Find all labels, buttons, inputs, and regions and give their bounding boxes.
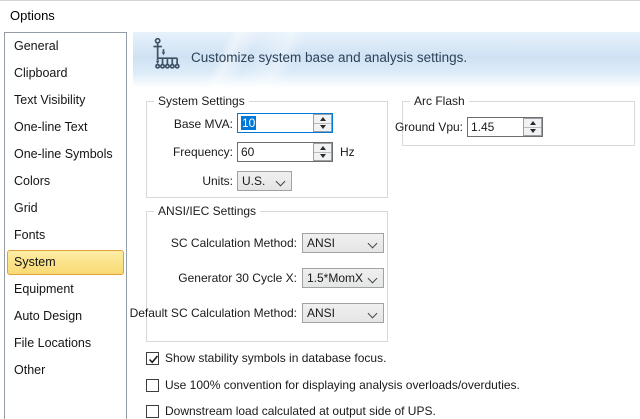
- frequency-label: Frequency:: [173, 145, 233, 159]
- sidebar-item-label: Text Visibility: [14, 93, 85, 107]
- one-line-diagram-icon: [146, 37, 182, 73]
- use-100-convention-label: Use 100% convention for displaying analy…: [165, 378, 520, 392]
- chevron-down-icon: [368, 309, 378, 319]
- base-mva-input[interactable]: 10: [237, 113, 333, 133]
- sc-calculation-method-label: SC Calculation Method:: [171, 236, 297, 250]
- base-mva-value: 10: [238, 114, 313, 132]
- default-sc-calculation-method-label: Default SC Calculation Method:: [130, 306, 297, 320]
- base-mva-spinner: [313, 114, 332, 132]
- ansi-iec-group-title: ANSI/IEC Settings: [154, 204, 260, 218]
- sidebar-item-file-locations[interactable]: File Locations: [5, 330, 126, 357]
- generator-30-cycle-x-value: 1.5*MomX: [307, 271, 363, 285]
- sc-calculation-method-dropdown[interactable]: ANSI: [302, 233, 384, 253]
- show-stability-symbols-label: Show stability symbols in database focus…: [165, 351, 386, 365]
- sidebar-item-label: One-line Symbols: [14, 147, 113, 161]
- use-100-convention-checkbox[interactable]: [146, 379, 159, 392]
- base-mva-label: Base MVA:: [174, 117, 233, 131]
- downstream-load-ups-checkbox[interactable]: [146, 405, 159, 418]
- frequency-input[interactable]: 60: [237, 142, 333, 162]
- dialog-title: Options: [10, 8, 55, 23]
- sc-calculation-method-value: ANSI: [307, 236, 335, 250]
- ground-vpu-value: 1.45: [468, 118, 523, 136]
- options-dialog: Options General Clipboard Text Visibilit…: [0, 0, 640, 419]
- sidebar-item-other[interactable]: Other: [5, 357, 126, 384]
- sidebar-item-one-line-symbols[interactable]: One-line Symbols: [5, 141, 126, 168]
- sidebar-item-grid[interactable]: Grid: [5, 195, 126, 222]
- sidebar-item-equipment[interactable]: Equipment: [5, 276, 126, 303]
- spinner-up-icon: [530, 121, 536, 125]
- sidebar-item-clipboard[interactable]: Clipboard: [5, 60, 126, 87]
- frequency-spinner: [313, 143, 332, 161]
- sidebar-item-system[interactable]: System: [7, 250, 124, 275]
- arc-flash-group-title: Arc Flash: [410, 94, 469, 108]
- sidebar-item-label: Colors: [14, 174, 50, 188]
- spinner-down-button[interactable]: [314, 152, 331, 161]
- sidebar-item-label: File Locations: [14, 336, 91, 350]
- spinner-down-icon: [530, 129, 536, 133]
- system-settings-group-title: System Settings: [154, 94, 249, 108]
- sidebar-item-label: System: [14, 255, 56, 269]
- sidebar-item-general[interactable]: General: [5, 33, 126, 60]
- sidebar-item-label: Other: [14, 363, 45, 377]
- spinner-down-button[interactable]: [524, 127, 541, 136]
- options-category-list: General Clipboard Text Visibility One-li…: [4, 32, 127, 419]
- default-sc-calculation-method-dropdown[interactable]: ANSI: [302, 303, 384, 323]
- spinner-up-button[interactable]: [314, 115, 331, 123]
- sidebar-item-text-visibility[interactable]: Text Visibility: [5, 87, 126, 114]
- sidebar-item-label: One-line Text: [14, 120, 87, 134]
- ground-vpu-label: Ground Vpu:: [395, 120, 463, 134]
- sidebar-item-label: Clipboard: [14, 66, 68, 80]
- units-dropdown-value: U.S.: [242, 174, 265, 188]
- page-description: Customize system base and analysis setti…: [191, 50, 467, 65]
- sidebar-item-label: General: [14, 39, 58, 53]
- default-sc-calculation-method-value: ANSI: [307, 306, 335, 320]
- chevron-down-icon: [368, 274, 378, 284]
- sidebar-item-auto-design[interactable]: Auto Design: [5, 303, 126, 330]
- spinner-down-icon: [320, 125, 326, 129]
- generator-30-cycle-x-dropdown[interactable]: 1.5*MomX: [302, 268, 384, 288]
- checkmark-icon: [147, 353, 160, 366]
- sidebar-item-fonts[interactable]: Fonts: [5, 222, 126, 249]
- sidebar-item-colors[interactable]: Colors: [5, 168, 126, 195]
- frequency-unit-label: Hz: [340, 145, 355, 159]
- spinner-up-button[interactable]: [314, 144, 331, 152]
- spinner-down-button[interactable]: [314, 123, 331, 132]
- units-dropdown[interactable]: U.S.: [237, 171, 292, 191]
- ground-vpu-input[interactable]: 1.45: [467, 117, 543, 137]
- generator-30-cycle-x-label: Generator 30 Cycle X:: [178, 271, 297, 285]
- frequency-value: 60: [238, 143, 313, 161]
- chevron-down-icon: [276, 177, 286, 187]
- sidebar-item-label: Grid: [14, 201, 38, 215]
- spinner-down-icon: [320, 154, 326, 158]
- use-100-convention-row: Use 100% convention for displaying analy…: [146, 378, 520, 392]
- downstream-load-ups-label: Downstream load calculated at output sid…: [165, 404, 436, 418]
- spinner-up-button[interactable]: [524, 119, 541, 127]
- show-stability-symbols-checkbox[interactable]: [146, 352, 159, 365]
- ground-vpu-spinner: [523, 118, 542, 136]
- sidebar-item-one-line-text[interactable]: One-line Text: [5, 114, 126, 141]
- dialog-titlebar: Options: [0, 1, 640, 31]
- page-header-banner: Customize system base and analysis setti…: [133, 32, 640, 88]
- spinner-up-icon: [320, 117, 326, 121]
- sidebar-item-label: Fonts: [14, 228, 45, 242]
- downstream-load-ups-row: Downstream load calculated at output sid…: [146, 404, 436, 418]
- sidebar-item-label: Equipment: [14, 282, 74, 296]
- show-stability-symbols-row: Show stability symbols in database focus…: [146, 351, 386, 365]
- chevron-down-icon: [368, 239, 378, 249]
- sidebar-item-label: Auto Design: [14, 309, 82, 323]
- spinner-up-icon: [320, 146, 326, 150]
- units-label: Units:: [202, 174, 233, 188]
